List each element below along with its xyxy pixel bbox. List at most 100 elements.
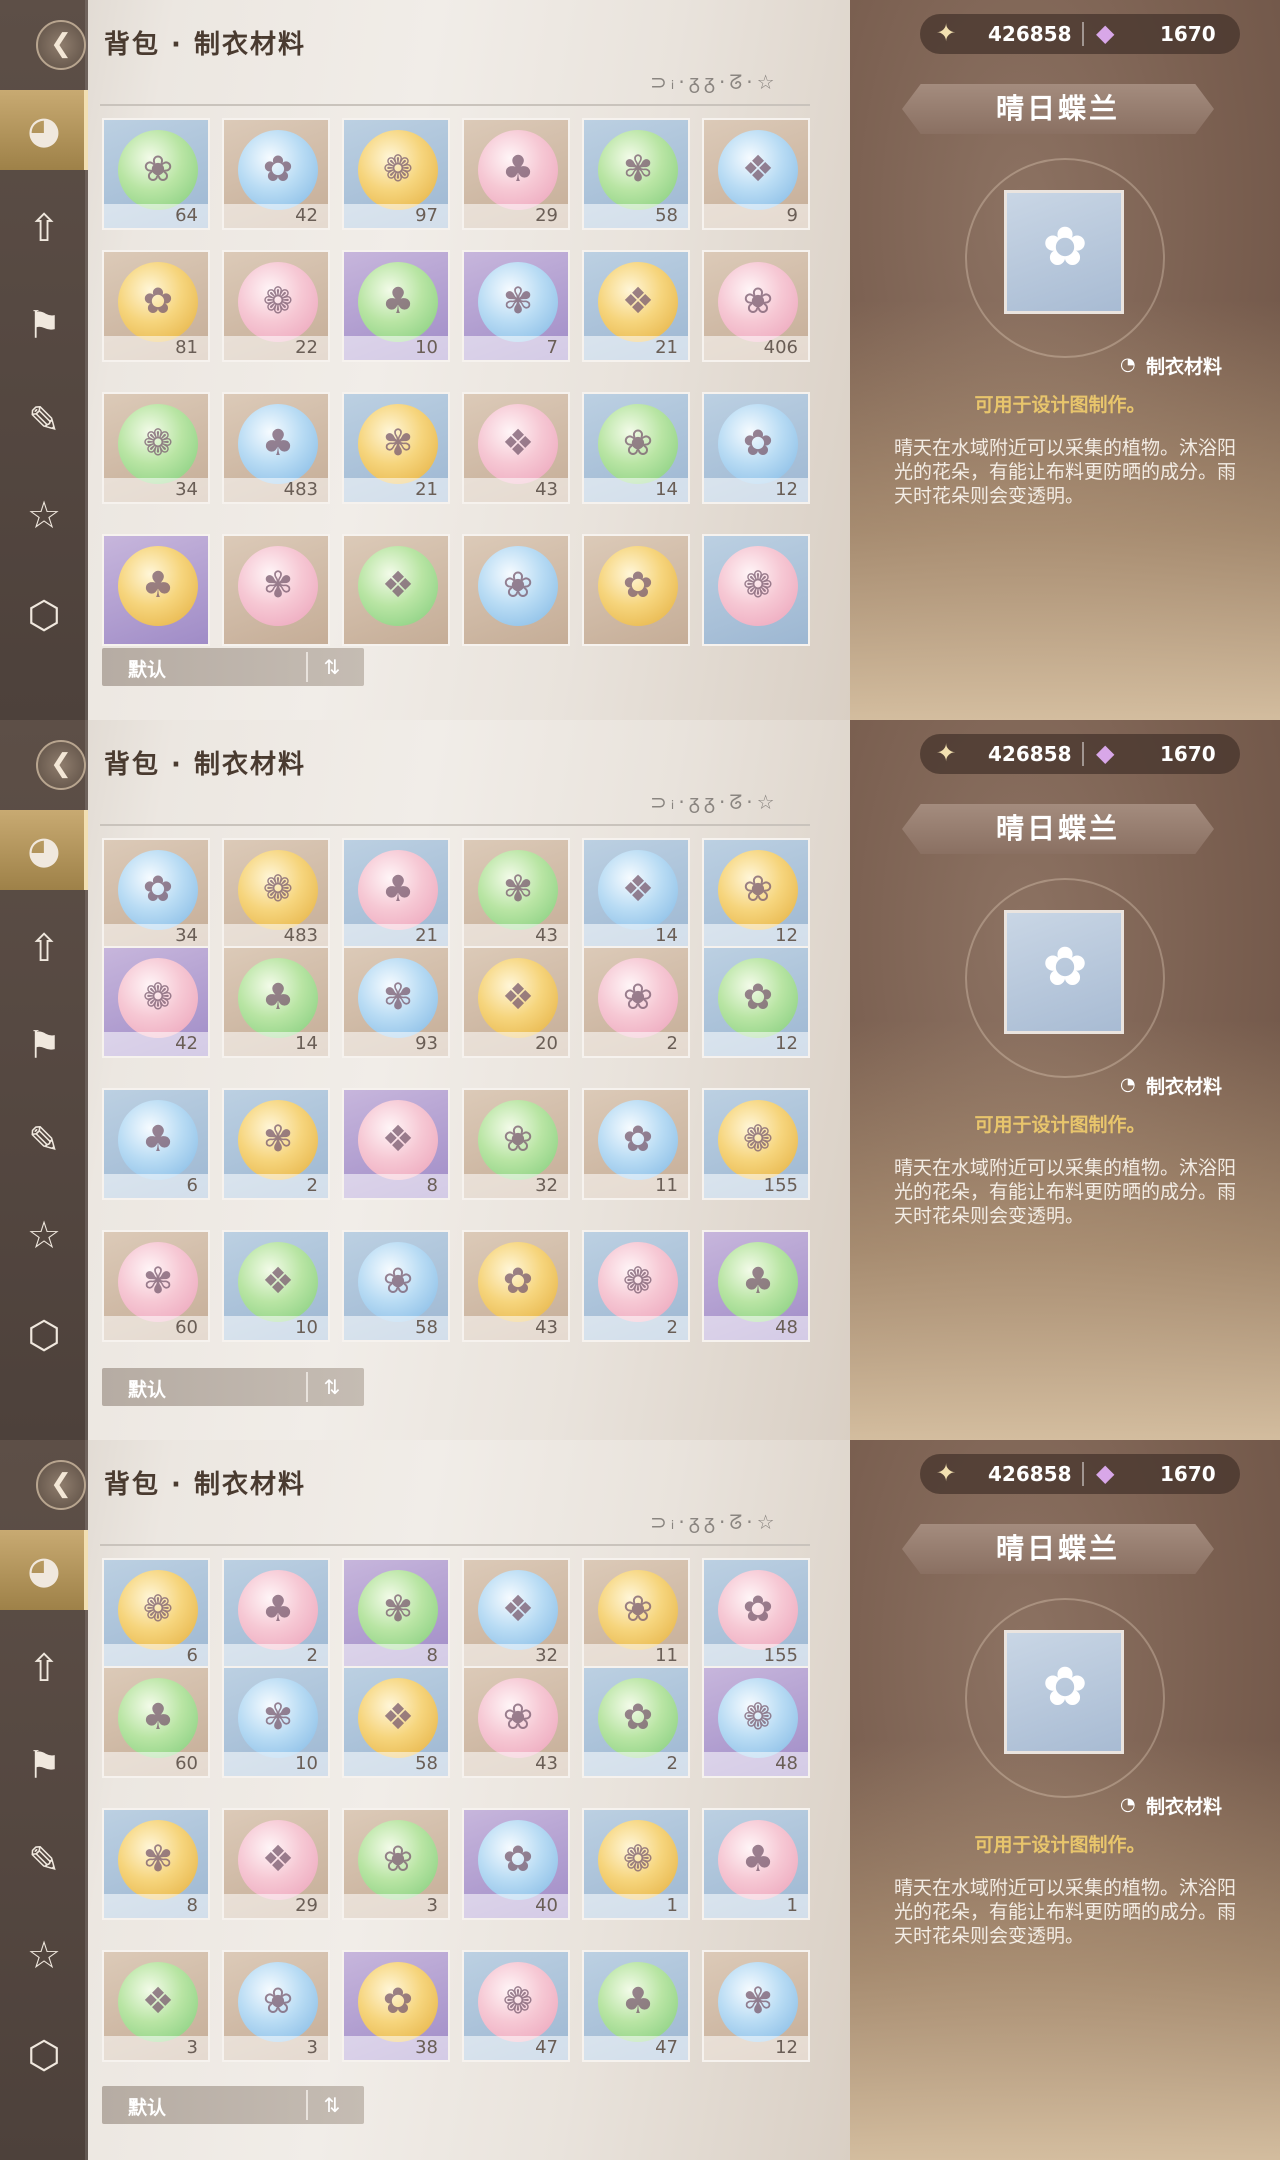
material-slot[interactable]: ✾ 58: [582, 118, 690, 230]
material-slot[interactable]: ✿ 43: [462, 1230, 570, 1342]
material-slot[interactable]: ❀ 14: [582, 392, 690, 504]
material-slot[interactable]: ♣ 1: [702, 1808, 810, 1920]
material-slot[interactable]: ❁ 97: [342, 118, 450, 230]
material-slot[interactable]: ♣ 21: [342, 838, 450, 950]
material-slot[interactable]: ♣ 2: [222, 1558, 330, 1670]
material-slot[interactable]: ✿ 11: [582, 1088, 690, 1200]
material-slot[interactable]: ❖: [342, 534, 450, 646]
sidebar-item-upgrade[interactable]: ⇧: [0, 908, 88, 988]
material-slot[interactable]: ✿ 38: [342, 1950, 450, 2062]
material-slot[interactable]: ❖ 20: [462, 946, 570, 1058]
material-slot[interactable]: ✾ 60: [102, 1230, 210, 1342]
material-slot[interactable]: ❀ 3: [222, 1950, 330, 2062]
sort-toggle-icon[interactable]: ⇅: [306, 1372, 356, 1402]
material-slot[interactable]: ♣: [102, 534, 210, 646]
material-slot[interactable]: ❖ 8: [342, 1088, 450, 1200]
material-slot[interactable]: ❖ 9: [702, 118, 810, 230]
material-slot[interactable]: ✾ 12: [702, 1950, 810, 2062]
material-slot[interactable]: ❁ 1: [582, 1808, 690, 1920]
material-slot[interactable]: ✾: [222, 534, 330, 646]
sidebar-item-feather[interactable]: ✎: [0, 1820, 88, 1900]
material-slot[interactable]: ✾ 8: [102, 1808, 210, 1920]
material-slot[interactable]: ♣ 48: [702, 1230, 810, 1342]
sidebar-item-box[interactable]: ⬡: [0, 575, 88, 655]
material-slot[interactable]: ❀ 12: [702, 838, 810, 950]
sort-toggle-icon[interactable]: ⇅: [306, 652, 356, 682]
material-slot[interactable]: ❁ 483: [222, 838, 330, 950]
sidebar-item-wardrobe[interactable]: ◕: [0, 810, 88, 890]
sort-filter-glyphs[interactable]: ⊃ᵢ·ᵹᵹ·ᘔ·☆: [650, 790, 810, 818]
material-slot[interactable]: ❖ 14: [582, 838, 690, 950]
material-slot[interactable]: ❀ 32: [462, 1088, 570, 1200]
material-slot[interactable]: ❀ 2: [582, 946, 690, 1058]
material-slot[interactable]: ♣ 10: [342, 250, 450, 362]
material-slot[interactable]: ✾ 10: [222, 1666, 330, 1778]
material-slot[interactable]: ❁ 48: [702, 1666, 810, 1778]
sort-dropdown[interactable]: 默认 ⇅: [102, 1368, 364, 1406]
sidebar-item-box[interactable]: ⬡: [0, 2015, 88, 2095]
back-button[interactable]: ❮: [36, 20, 86, 70]
material-slot[interactable]: ✿ 81: [102, 250, 210, 362]
material-slot[interactable]: ❖ 21: [582, 250, 690, 362]
material-slot[interactable]: ♣ 60: [102, 1666, 210, 1778]
sidebar-item-wardrobe[interactable]: ◕: [0, 90, 88, 170]
material-slot[interactable]: ❀ 406: [702, 250, 810, 362]
material-slot[interactable]: ✿ 40: [462, 1808, 570, 1920]
material-slot[interactable]: ✿: [582, 534, 690, 646]
material-slot[interactable]: ✿ 12: [702, 946, 810, 1058]
material-slot[interactable]: ❁ 2: [582, 1230, 690, 1342]
material-slot[interactable]: ✾ 21: [342, 392, 450, 504]
material-slot[interactable]: ✿ 34: [102, 838, 210, 950]
material-slot[interactable]: ✾ 2: [222, 1088, 330, 1200]
material-slot[interactable]: ❀: [462, 534, 570, 646]
material-slot[interactable]: ❀ 43: [462, 1666, 570, 1778]
material-slot[interactable]: ✿ 42: [222, 118, 330, 230]
sidebar-item-star[interactable]: ☆: [0, 1915, 88, 1995]
material-slot[interactable]: ❀ 11: [582, 1558, 690, 1670]
material-slot[interactable]: ♣ 483: [222, 392, 330, 504]
material-slot[interactable]: ❖ 10: [222, 1230, 330, 1342]
material-slot[interactable]: ♣ 6: [102, 1088, 210, 1200]
material-slot[interactable]: ✾ 43: [462, 838, 570, 950]
material-slot[interactable]: ❁ 34: [102, 392, 210, 504]
material-slot[interactable]: ❁ 47: [462, 1950, 570, 2062]
material-slot[interactable]: ✾ 7: [462, 250, 570, 362]
sort-dropdown[interactable]: 默认 ⇅: [102, 2086, 364, 2124]
material-slot[interactable]: ♣ 47: [582, 1950, 690, 2062]
material-slot[interactable]: ❖ 58: [342, 1666, 450, 1778]
sort-toggle-icon[interactable]: ⇅: [306, 2090, 356, 2120]
material-slot[interactable]: ✿ 12: [702, 392, 810, 504]
material-slot[interactable]: ♣ 14: [222, 946, 330, 1058]
sidebar-item-quest[interactable]: ⚑: [0, 285, 88, 365]
material-slot[interactable]: ❀ 58: [342, 1230, 450, 1342]
sidebar-item-box[interactable]: ⬡: [0, 1295, 88, 1375]
material-slot[interactable]: ❀ 64: [102, 118, 210, 230]
material-slot[interactable]: ✿ 155: [702, 1558, 810, 1670]
sidebar-item-star[interactable]: ☆: [0, 475, 88, 555]
back-button[interactable]: ❮: [36, 740, 86, 790]
sort-dropdown[interactable]: 默认 ⇅: [102, 648, 364, 686]
material-slot[interactable]: ❖ 32: [462, 1558, 570, 1670]
back-button[interactable]: ❮: [36, 1460, 86, 1510]
sort-filter-glyphs[interactable]: ⊃ᵢ·ᵹᵹ·ᘔ·☆: [650, 1510, 810, 1538]
sidebar-item-feather[interactable]: ✎: [0, 1100, 88, 1180]
sidebar-item-feather[interactable]: ✎: [0, 380, 88, 460]
sidebar-item-upgrade[interactable]: ⇧: [0, 1628, 88, 1708]
sidebar-item-wardrobe[interactable]: ◕: [0, 1530, 88, 1610]
material-slot[interactable]: ❁ 6: [102, 1558, 210, 1670]
sidebar-item-star[interactable]: ☆: [0, 1195, 88, 1275]
material-slot[interactable]: ❖ 43: [462, 392, 570, 504]
sidebar-item-quest[interactable]: ⚑: [0, 1005, 88, 1085]
material-slot[interactable]: ✿ 2: [582, 1666, 690, 1778]
sort-filter-glyphs[interactable]: ⊃ᵢ·ᵹᵹ·ᘔ·☆: [650, 70, 810, 98]
material-slot[interactable]: ❁: [702, 534, 810, 646]
material-slot[interactable]: ❁ 22: [222, 250, 330, 362]
material-slot[interactable]: ❖ 29: [222, 1808, 330, 1920]
material-slot[interactable]: ❁ 155: [702, 1088, 810, 1200]
material-slot[interactable]: ❖ 3: [102, 1950, 210, 2062]
sidebar-item-quest[interactable]: ⚑: [0, 1725, 88, 1805]
material-slot[interactable]: ♣ 29: [462, 118, 570, 230]
material-slot[interactable]: ❁ 42: [102, 946, 210, 1058]
material-slot[interactable]: ❀ 3: [342, 1808, 450, 1920]
material-slot[interactable]: ✾ 8: [342, 1558, 450, 1670]
